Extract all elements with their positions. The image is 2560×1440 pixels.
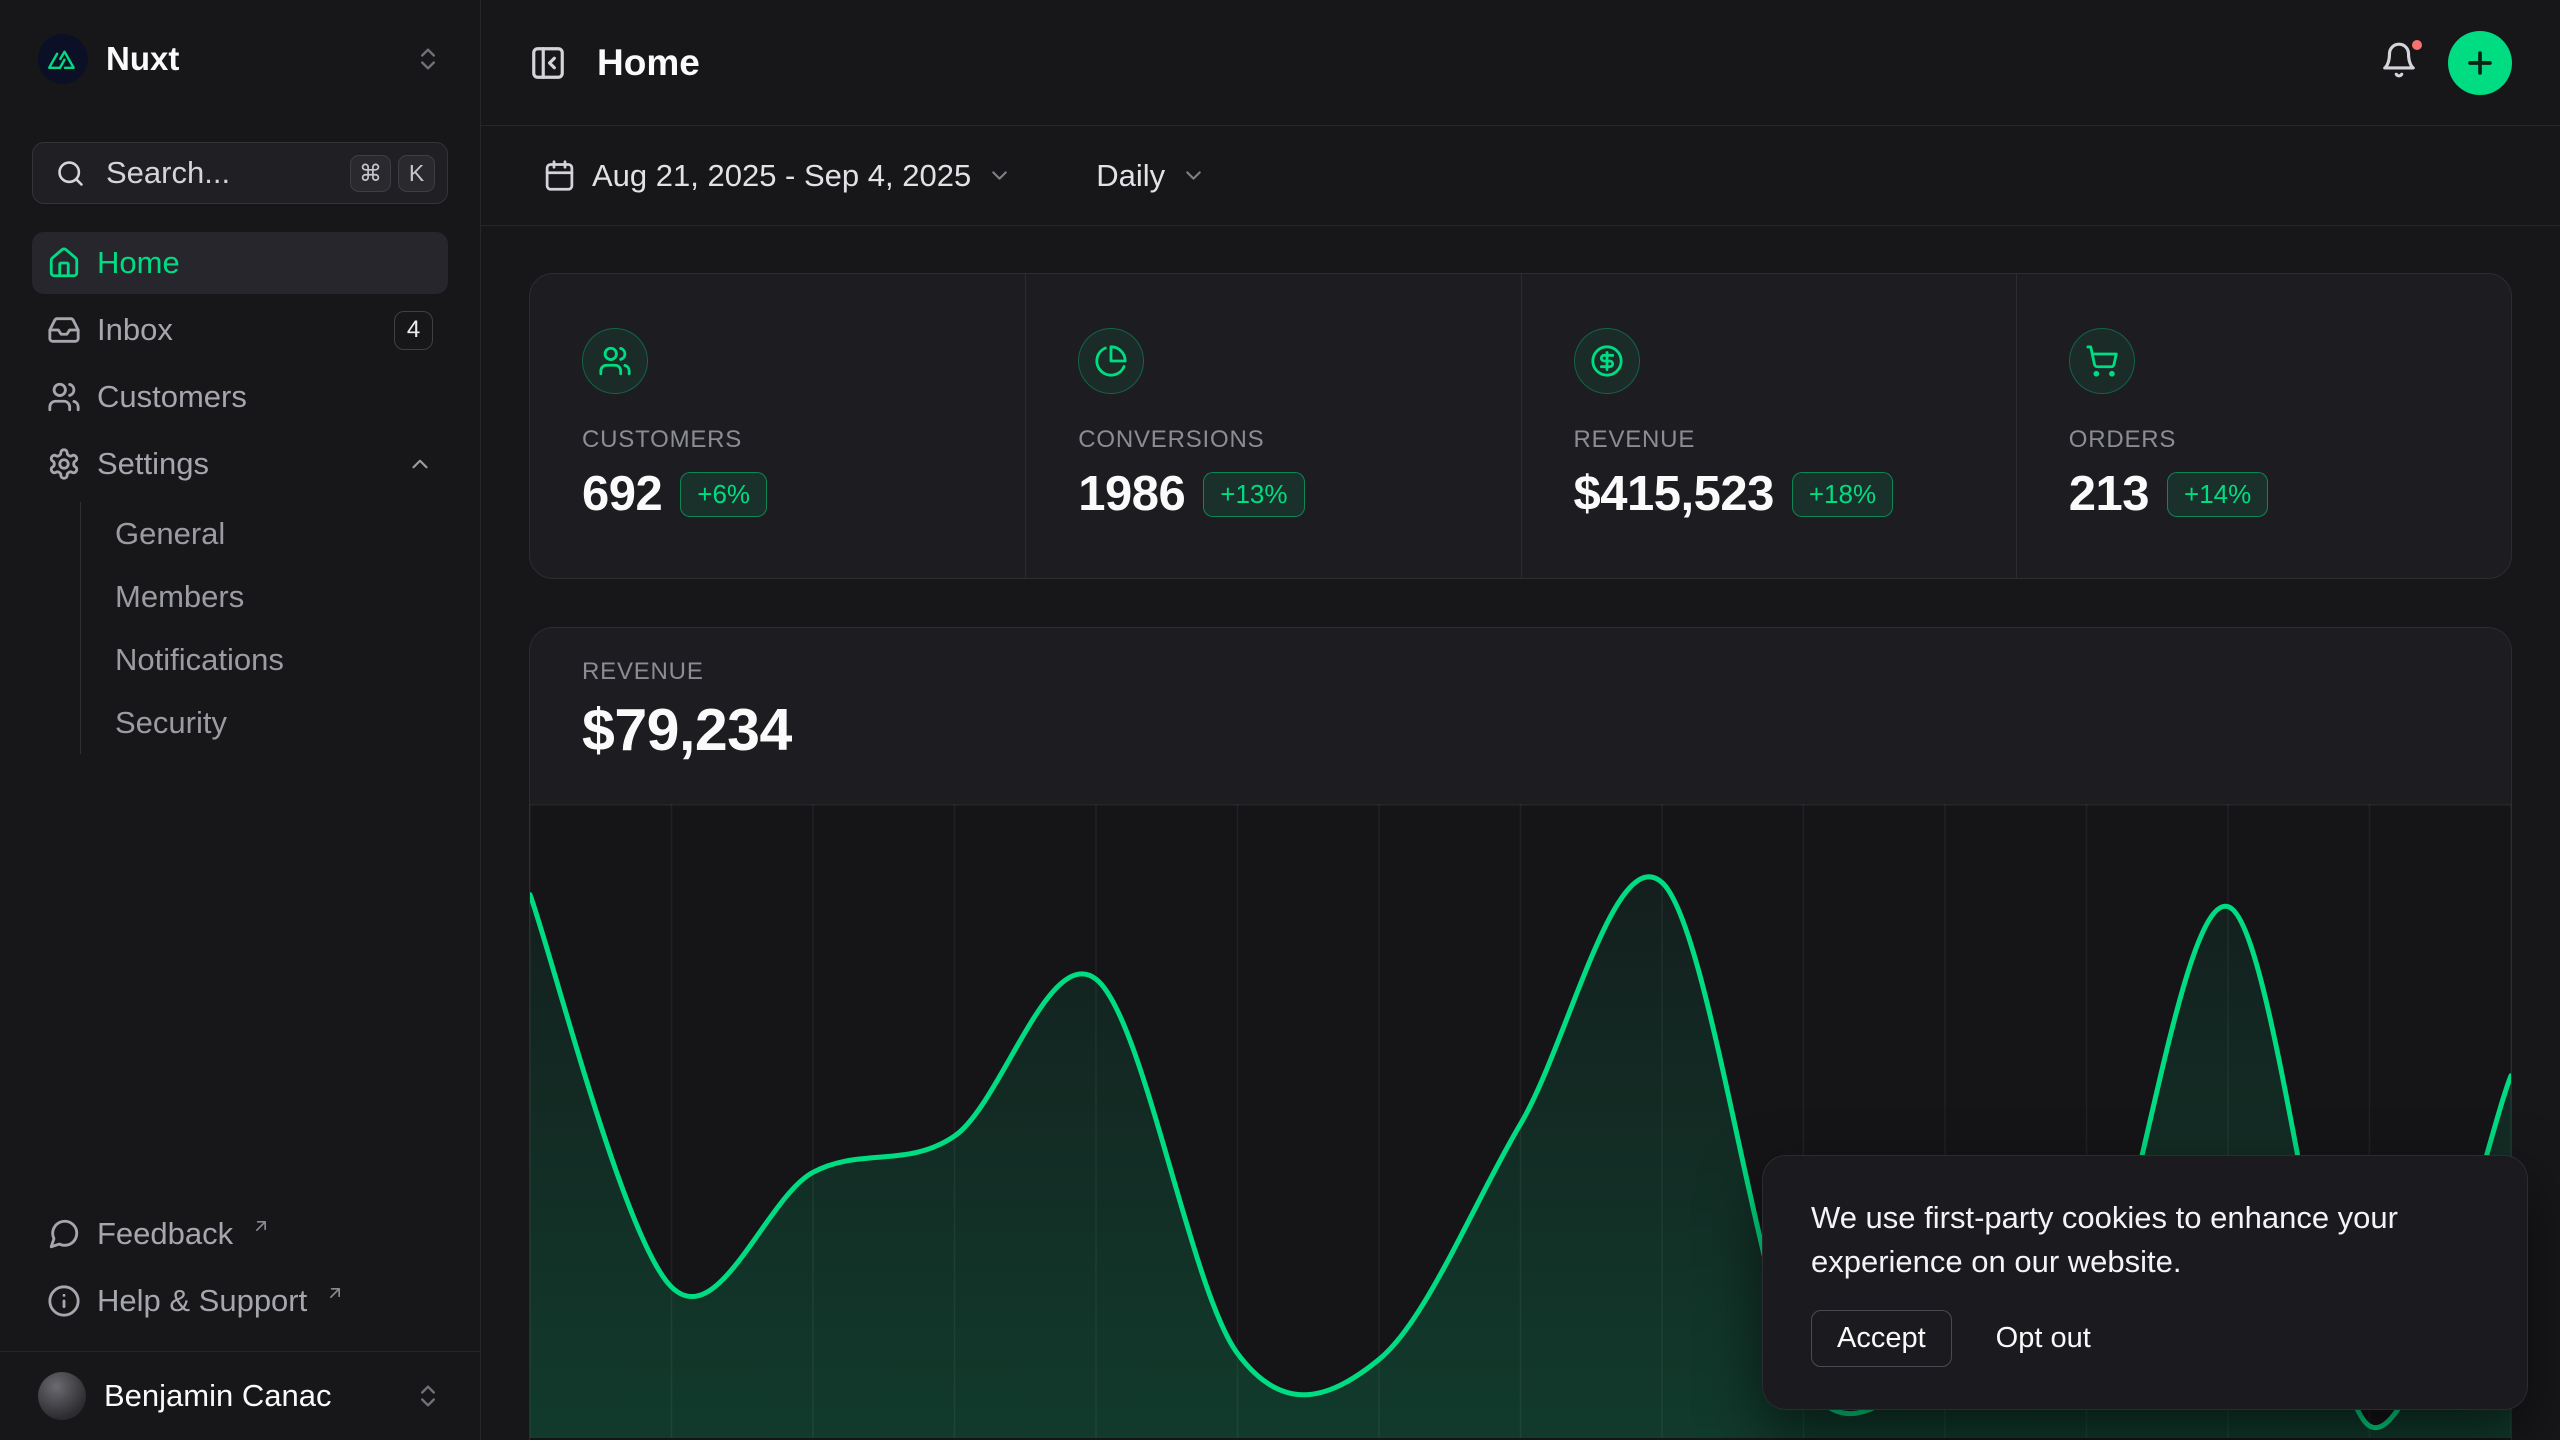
house-icon [47,246,81,280]
settings-sub-nav: General Members Notifications Security [80,502,448,754]
plus-icon [2463,46,2497,80]
pie-chart-icon [1078,328,1144,394]
cookie-banner: We use first-party cookies to enhance yo… [1762,1155,2528,1410]
stat-value: 692 [582,466,662,522]
inbox-count-badge: 4 [394,311,433,350]
sidebar-item-home[interactable]: Home [32,232,448,294]
chevron-up-icon [407,451,433,477]
revenue-chart-total: $79,234 [582,696,2459,764]
stat-label: CONVERSIONS [1078,426,1468,454]
stat-label: CUSTOMERS [582,426,973,454]
kbd-meta: ⌘ [350,155,391,192]
stat-delta-badge: +6% [680,472,767,517]
stat-value: $415,523 [1574,466,1774,522]
granularity-select[interactable]: Daily [1082,148,1220,204]
sidebar-item-customers[interactable]: Customers [32,366,448,428]
sidebar-item-label: Home [97,245,433,281]
external-link-arrow-icon [325,1283,345,1303]
cookie-actions: Accept Opt out [1811,1310,2479,1367]
stat-delta-badge: +18% [1792,472,1893,517]
sidebar-item-general[interactable]: General [107,502,448,565]
sidebar-nav: Home Inbox 4 Customers Settings [32,232,448,758]
stat-card-customers[interactable]: CUSTOMERS 692 +6% [530,274,1025,578]
date-range-label: Aug 21, 2025 - Sep 4, 2025 [592,158,971,194]
stat-value: 1986 [1078,466,1185,522]
gear-icon [47,447,81,481]
notifications-button[interactable] [2380,41,2418,84]
sidebar-spacer [0,758,480,1203]
sidebar-item-label: Feedback [97,1216,233,1252]
sidebar-item-security[interactable]: Security [107,691,448,754]
stats-row: CUSTOMERS 692 +6% CONVERSIONS 1986 +13% [529,273,2512,579]
workspace-name: Nuxt [106,40,396,78]
revenue-chart-header: REVENUE $79,234 [530,628,2511,764]
user-name: Benjamin Canac [104,1378,396,1414]
shopping-cart-icon [2069,328,2135,394]
stat-label: REVENUE [1574,426,1964,454]
sidebar-item-notifications[interactable]: Notifications [107,628,448,691]
sidebar-item-inbox[interactable]: Inbox 4 [32,299,448,361]
external-link-arrow-icon [251,1216,271,1236]
sidebar-footer: Feedback Help & Support [32,1203,448,1337]
dollar-circle-icon [1574,328,1640,394]
granularity-label: Daily [1096,158,1165,194]
cookie-message: We use first-party cookies to enhance yo… [1811,1196,2479,1284]
message-circle-icon [47,1217,81,1251]
sidebar-item-label: Help & Support [97,1283,307,1319]
date-range-picker[interactable]: Aug 21, 2025 - Sep 4, 2025 [529,148,1026,204]
sidebar-item-label: Settings [97,446,391,482]
notification-dot [2409,37,2425,53]
workspace-switcher[interactable]: Nuxt [32,30,448,88]
stat-card-conversions[interactable]: CONVERSIONS 1986 +13% [1025,274,1520,578]
stat-label: ORDERS [2069,426,2459,454]
sidebar: Nuxt Search... ⌘ K Home [0,0,481,1440]
sidebar-item-settings[interactable]: Settings [32,433,448,495]
page-title: Home [597,42,700,84]
sidebar-item-feedback[interactable]: Feedback [32,1203,448,1265]
sidebar-collapse-icon[interactable] [529,44,567,82]
user-avatar [38,1372,86,1420]
nuxt-logo [38,34,88,84]
info-circle-icon [47,1284,81,1318]
kbd-k: K [398,155,435,192]
stat-delta-badge: +14% [2167,472,2268,517]
search-input[interactable]: Search... ⌘ K [32,142,448,204]
calendar-icon [543,159,576,192]
search-shortcut: ⌘ K [350,155,435,192]
sidebar-item-help-support[interactable]: Help & Support [32,1270,448,1332]
stat-delta-badge: +13% [1203,472,1304,517]
inbox-icon [47,313,81,347]
opt-out-button[interactable]: Opt out [1996,1322,2091,1355]
stat-card-revenue[interactable]: REVENUE $415,523 +18% [1521,274,2016,578]
chevron-up-down-icon [414,1382,442,1410]
chevron-up-down-icon [414,45,442,73]
sidebar-item-label: Inbox [97,312,378,348]
chevron-down-icon [1181,163,1206,188]
add-button[interactable] [2448,31,2512,95]
user-menu[interactable]: Benjamin Canac [0,1351,480,1440]
search-placeholder: Search... [106,155,330,191]
users-icon [47,380,81,414]
users-icon [582,328,648,394]
sidebar-item-label: Customers [97,379,433,415]
chevron-down-icon [987,163,1012,188]
page-header: Home [481,0,2560,126]
stat-card-orders[interactable]: ORDERS 213 +14% [2016,274,2511,578]
stat-value: 213 [2069,466,2149,522]
sidebar-item-members[interactable]: Members [107,565,448,628]
revenue-chart-label: REVENUE [582,658,2459,686]
search-icon [55,158,86,189]
accept-button[interactable]: Accept [1811,1310,1952,1367]
filter-bar: Aug 21, 2025 - Sep 4, 2025 Daily [481,126,2560,226]
